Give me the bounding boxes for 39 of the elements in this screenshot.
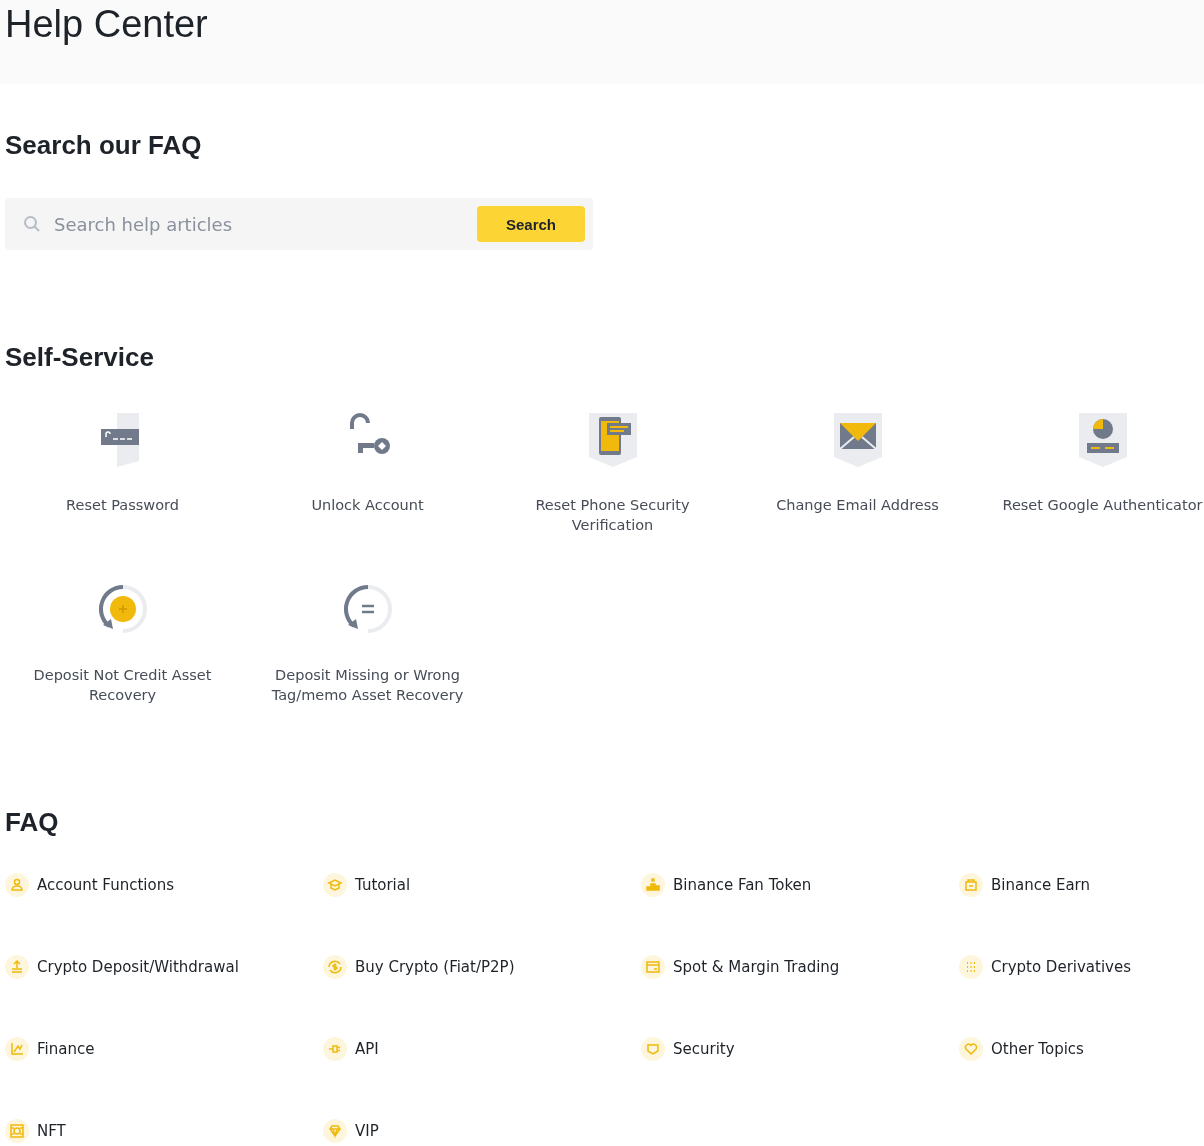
faq-topic-link[interactable]: Tutorial [355,876,411,894]
search-button[interactable]: Search [477,206,585,242]
faq-topic-link[interactable]: Binance Earn [991,876,1090,894]
faq-topic-link[interactable]: Buy Crypto (Fiat/P2P) [355,958,515,976]
service-link[interactable]: Reset Google Authenticator [992,495,1204,515]
faq-topic-link[interactable]: Other Topics [991,1040,1084,1058]
faq-topic-link[interactable]: Spot & Margin Trading [673,958,840,976]
person-icon [5,873,29,897]
section-heading: Self-Service [5,341,155,373]
dollar-icon [323,955,347,979]
service-link[interactable]: Deposit Missing or Wrong Tag/memo Asset Recovery [257,665,478,705]
transfer-icon [5,955,29,979]
section-heading: FAQ [5,806,60,838]
page-title: Help Center [5,2,209,46]
card-icon [641,955,665,979]
plug-icon [323,1037,347,1061]
search-field[interactable]: Search help articles Search [5,198,593,250]
service-link[interactable]: Deposit Not Credit Asset Recovery [12,665,233,705]
faq-topic-link[interactable]: Security [673,1040,735,1058]
shield-icon [641,1037,665,1061]
service-link[interactable]: Change Email Address [747,495,968,515]
service-link[interactable]: Unlock Account [257,495,478,515]
service-link[interactable]: Reset Password [12,495,233,515]
graduation-cap-icon [323,873,347,897]
podium-icon [641,873,665,897]
faq-topic-link[interactable]: Crypto Deposit/Withdrawal [37,958,239,976]
section-heading: Search our FAQ [5,129,203,161]
faq-topic-link[interactable]: Finance [37,1040,95,1058]
frame-icon [5,1119,29,1143]
faq-topic-link[interactable]: NFT [37,1122,66,1140]
chart-icon [5,1037,29,1061]
faq-topic-link[interactable]: Binance Fan Token [673,876,812,894]
search-icon [23,215,41,233]
faq-topic-link[interactable]: Account Functions [37,876,174,894]
faq-topic-link[interactable]: API [355,1040,379,1058]
faq-topic-link[interactable]: Crypto Derivatives [991,958,1132,976]
faq-topic-link[interactable]: VIP [355,1122,379,1140]
grid-icon [959,955,983,979]
service-link[interactable]: Reset Phone Security Verification [502,495,723,535]
